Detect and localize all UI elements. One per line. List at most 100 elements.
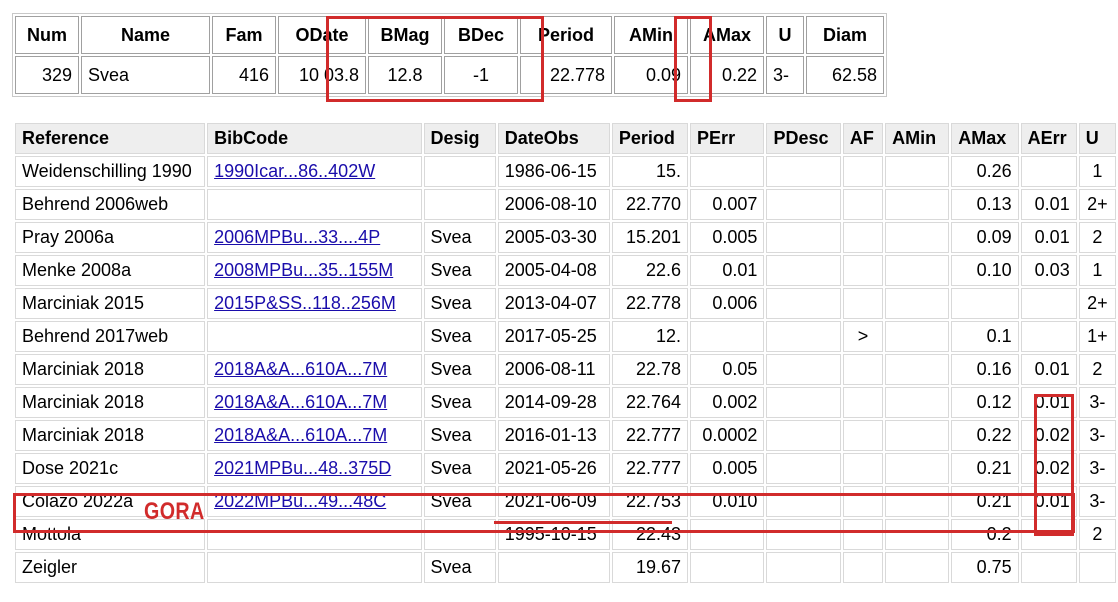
cell-perr: 0.006 — [690, 288, 765, 319]
cell-amax: 0.1 — [951, 321, 1019, 352]
cell-period: 22.43 — [611, 519, 689, 550]
cell-perr: 0.010 — [690, 486, 765, 517]
cell-pdesc — [766, 189, 841, 220]
cell-bibcode: 2018A&A...610A...7M — [207, 387, 422, 418]
cell-desig: Svea — [423, 420, 496, 451]
cell-dateobs: 2005-04-08 — [497, 255, 610, 286]
summary-header-bmag: BMag — [368, 16, 442, 54]
cell-perr — [690, 321, 765, 352]
cell-amax: 0.16 — [951, 354, 1019, 385]
table-row: Marciniak 2018 2018A&A...610A...7M Svea 200… — [15, 354, 1116, 385]
summary-header-row: Num Name Fam ODate BMag BDec Period AMin AMax U Di… — [15, 16, 884, 54]
gora-annotation: GORA — [144, 498, 205, 525]
cell-dateobs: 2016-01-13 — [497, 420, 610, 451]
summary-header-num: Num — [15, 16, 79, 54]
summary-value-bdec: -1 — [444, 56, 518, 94]
cell-dateobs: 2006-08-10 — [497, 189, 610, 220]
cell-af — [842, 222, 884, 253]
cell-aerr — [1020, 552, 1077, 583]
cell-amax: 0.10 — [951, 255, 1019, 286]
table-row: Marciniak 2018 2018A&A...610A...7M Svea 201… — [15, 420, 1116, 451]
cell-bibcode: 2015P&SS..118..256M — [207, 288, 422, 319]
cell-amin — [885, 156, 950, 187]
summary-header-period: Period — [520, 16, 612, 54]
cell-reference: Dose 2021c — [15, 453, 206, 484]
cell-perr: 0.005 — [690, 222, 765, 253]
cell-reference: Behrend 2017web — [15, 321, 206, 352]
cell-desig: Svea — [423, 288, 496, 319]
table-row: Zeigler Svea 19.67 0.75 — [15, 552, 1116, 583]
cell-reference: Weidenschilling 1990 — [15, 156, 206, 187]
summary-value-name: Svea — [81, 56, 210, 94]
cell-af: > — [842, 321, 884, 352]
cell-bibcode: 2022MPBu...49...48C — [207, 486, 422, 517]
cell-bibcode: 2018A&A...610A...7M — [207, 354, 422, 385]
cell-amax — [951, 288, 1019, 319]
bibcode-link[interactable]: 2022MPBu...49...48C — [214, 491, 386, 511]
cell-u: 2 — [1078, 354, 1116, 385]
bibcode-link[interactable]: 2021MPBu...48..375D — [214, 458, 391, 478]
cell-amax: 0.22 — [951, 420, 1019, 451]
cell-u: 1 — [1078, 255, 1116, 286]
cell-amin — [885, 354, 950, 385]
cell-pdesc — [766, 552, 841, 583]
cell-aerr — [1020, 519, 1077, 550]
table-row: Weidenschilling 1990 1990Icar...86..402W 1… — [15, 156, 1116, 187]
bibcode-link[interactable]: 1990Icar...86..402W — [214, 161, 375, 181]
cell-u: 3- — [1078, 453, 1116, 484]
cell-dateobs: 2021-06-09 — [497, 486, 610, 517]
summary-header-fam: Fam — [212, 16, 276, 54]
cell-u: 2 — [1078, 519, 1116, 550]
cell-pdesc — [766, 486, 841, 517]
cell-perr: 0.05 — [690, 354, 765, 385]
cell-perr: 0.002 — [690, 387, 765, 418]
cell-amin — [885, 387, 950, 418]
cell-reference: Behrend 2006web — [15, 189, 206, 220]
table-row: Behrend 2006web 2006-08-10 22.770 0.007 0.13… — [15, 189, 1116, 220]
cell-perr: 0.005 — [690, 453, 765, 484]
cell-amin — [885, 288, 950, 319]
cell-desig — [423, 519, 496, 550]
cell-af — [842, 354, 884, 385]
cell-bibcode: 2008MPBu...35..155M — [207, 255, 422, 286]
cell-pdesc — [766, 156, 841, 187]
cell-pdesc — [766, 222, 841, 253]
cell-desig: Svea — [423, 453, 496, 484]
cell-amin — [885, 519, 950, 550]
cell-bibcode: 1990Icar...86..402W — [207, 156, 422, 187]
cell-amax: 0.75 — [951, 552, 1019, 583]
table-row: Dose 2021c 2021MPBu...48..375D Svea 2021-05… — [15, 453, 1116, 484]
cell-amin — [885, 486, 950, 517]
bibcode-link[interactable]: 2018A&A...610A...7M — [214, 359, 387, 379]
cell-desig: Svea — [423, 255, 496, 286]
cell-aerr — [1020, 288, 1077, 319]
cell-u: 1+ — [1078, 321, 1116, 352]
cell-amin — [885, 255, 950, 286]
cell-period: 22.764 — [611, 387, 689, 418]
cell-bibcode — [207, 321, 422, 352]
cell-period: 15. — [611, 156, 689, 187]
cell-pdesc — [766, 519, 841, 550]
bibcode-link[interactable]: 2018A&A...610A...7M — [214, 425, 387, 445]
asteroid-summary-table: Num Name Fam ODate BMag BDec Period AMin AMax U Di… — [12, 13, 887, 97]
cell-pdesc — [766, 354, 841, 385]
cell-u — [1078, 552, 1116, 583]
refs-header-reference: Reference — [15, 123, 206, 154]
bibcode-link[interactable]: 2018A&A...610A...7M — [214, 392, 387, 412]
cell-aerr — [1020, 156, 1077, 187]
refs-header-dateobs: DateObs — [497, 123, 610, 154]
cell-aerr: 0.01 — [1020, 189, 1077, 220]
summary-header-name: Name — [81, 16, 210, 54]
cell-perr: 0.01 — [690, 255, 765, 286]
cell-perr — [690, 156, 765, 187]
bibcode-link[interactable]: 2008MPBu...35..155M — [214, 260, 393, 280]
summary-value-num: 329 — [15, 56, 79, 94]
bibcode-link[interactable]: 2015P&SS..118..256M — [214, 293, 396, 313]
cell-dateobs: 2017-05-25 — [497, 321, 610, 352]
summary-value-row: 329 Svea 416 10 03.8 12.8 -1 22.778 0.09 0.22 3- 6… — [15, 56, 884, 94]
cell-af — [842, 486, 884, 517]
cell-perr — [690, 552, 765, 583]
cell-u: 2+ — [1078, 288, 1116, 319]
bibcode-link[interactable]: 2006MPBu...33....4P — [214, 227, 380, 247]
refs-header-pdesc: PDesc — [766, 123, 841, 154]
